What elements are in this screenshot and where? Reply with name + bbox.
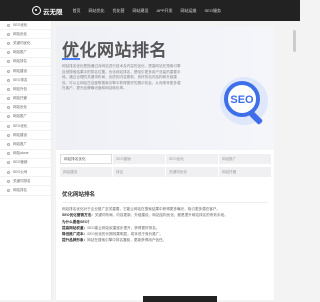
article-subheading: 为什么要做SEO？	[62, 219, 92, 224]
tag-chip[interactable]: 网站排名优化	[60, 154, 112, 164]
brand-name: 云无限	[43, 8, 63, 16]
hero-banner: 优化网站排名 网站排名优化是指通过对网站进行技术及内容的优化，提高网站在搜索引擎…	[56, 26, 274, 150]
sidebar-item[interactable]: 网站建设	[0, 67, 51, 77]
nav-item-home[interactable]: 首页	[73, 8, 81, 14]
bullet-icon	[7, 133, 10, 137]
article-text: 网站在搜索引擎中排名靠前，更能获得用户信任。	[87, 238, 167, 243]
article-body: 优化网站排名 网站排名优化对于企业推广至关重要，它能让网站在搜索结果中获得更多曝…	[62, 190, 268, 244]
sidebar-item[interactable]: 网站建设	[0, 131, 51, 141]
article-label: 提高网站权重：	[62, 225, 88, 230]
sidebar-item-label: 网站优化	[13, 105, 27, 110]
seo-badge-text: SEO	[230, 94, 254, 106]
brand-logo[interactable]: 云无限	[32, 6, 63, 16]
nav-item-site-ops[interactable]: 网站运维	[181, 8, 197, 14]
sidebar-item-label: 网站外包	[13, 86, 27, 91]
tag-chip[interactable]: SEO优化	[166, 154, 218, 164]
sidebar-item-label: 网站排名	[13, 59, 27, 64]
nav-item-site-building[interactable]: 网站建设	[133, 8, 149, 14]
sidebar-item-label: SEO公司	[13, 169, 28, 174]
bullet-icon	[7, 161, 10, 165]
nav-item-seo-service[interactable]: SEO服务	[205, 8, 221, 14]
tag-chip[interactable]: SEO营销	[113, 154, 165, 164]
bullet-icon	[7, 152, 10, 156]
tag-chip[interactable]: 关键词优化	[166, 167, 218, 177]
article-text: SEO优化的长期效果明显，成本低于竞价推广。	[87, 232, 164, 237]
sidebar: SEO优化 网站优化 关键词优化 网站推广 网站排名 网站建设 SEO排名 网站…	[0, 21, 52, 300]
article-text: 关键词布局、内容更新、外链建设、网站结构优化，都是提升网站排名的有效手段。	[94, 213, 228, 218]
sidebar-item[interactable]: 关键词优化	[0, 39, 51, 49]
hero-description: 网站排名优化是指通过对网站进行技术及内容的优化，提高网站在搜索引擎自然搜索结果中…	[62, 64, 181, 91]
sidebar-item[interactable]: 网站优化	[0, 30, 51, 40]
nav-menu: 首页 网站优化 优化营 网站建设 APP开发 网站运维 SEO服务	[73, 8, 221, 14]
bullet-icon	[7, 78, 10, 82]
tag-chip[interactable]: 网站建设	[60, 167, 112, 177]
bullet-icon	[7, 106, 10, 110]
sidebar-item-label: 关键词排名	[13, 178, 31, 183]
logo-icon	[32, 6, 41, 15]
nav-item-optimization-camp[interactable]: 优化营	[113, 8, 125, 14]
sidebar-item-label: 网站建设	[13, 132, 27, 137]
sidebar-item[interactable]: 网站alone	[0, 150, 51, 159]
footer-bar	[143, 296, 217, 302]
sidebar-item[interactable]: 网站推广	[0, 49, 51, 58]
bullet-icon	[7, 60, 10, 64]
tag-chip[interactable]: 排名	[113, 167, 165, 177]
bullet-icon	[7, 51, 10, 55]
bullet-icon	[7, 97, 10, 101]
sidebar-item-label: SEO营销	[13, 160, 28, 165]
sidebar-item[interactable]: 网站推广	[0, 140, 51, 150]
sidebar-item[interactable]: 网站排名	[0, 186, 51, 196]
bullet-icon	[7, 179, 10, 183]
sidebar-item-label: 网站排名	[13, 187, 27, 192]
sidebar-item[interactable]: SEO排名	[0, 76, 51, 86]
bullet-icon	[7, 23, 10, 27]
bullet-icon	[7, 115, 10, 119]
sidebar-item[interactable]: 网站外包	[0, 85, 51, 95]
article-label: 提升品牌形象：	[62, 238, 88, 243]
sidebar-item-label: 网站推广	[13, 50, 27, 55]
bullet-icon	[7, 32, 10, 36]
scrollbar-thumb[interactable]	[293, 30, 296, 52]
sidebar-item-label: 关键词优化	[13, 40, 31, 45]
sidebar-item-label: 网站推广	[13, 142, 27, 147]
nav-item-app-dev[interactable]: APP开发	[157, 8, 173, 14]
sidebar-item[interactable]: SEO优化	[0, 21, 51, 31]
sidebar-item-label: 网站建设	[13, 68, 27, 73]
article-text: SEO能让网站权重逐步提升，获得更好排名。	[87, 225, 160, 230]
sidebar-item-label: 网站优化	[13, 31, 27, 36]
article-label: 降低推广成本：	[62, 232, 88, 237]
sidebar-item[interactable]: 网站托管	[0, 95, 51, 104]
main-content: 优化网站排名 网站排名优化是指通过对网站进行技术及内容的优化，提高网站在搜索引擎…	[56, 26, 274, 300]
sidebar-item-label: 网站alone	[13, 151, 29, 156]
sidebar-item[interactable]: SEO公司	[0, 168, 51, 178]
tag-chip-list: 网站排名优化 SEO营销 SEO优化 网站推广 网站建设 排名 关键词优化 网站…	[60, 154, 272, 180]
sidebar-item[interactable]: SEO优化	[0, 122, 51, 132]
bullet-icon	[7, 170, 10, 174]
sidebar-item-label: 网站推广	[13, 114, 27, 119]
seo-magnifier-illustration: SEO	[220, 77, 268, 125]
sidebar-item[interactable]: 网站排名	[0, 58, 51, 67]
sidebar-item[interactable]: SEO营销	[0, 159, 51, 168]
title-underline	[62, 58, 80, 60]
article-heading: 优化网站排名	[62, 190, 268, 203]
bullet-icon	[7, 124, 10, 128]
bullet-icon	[7, 188, 10, 192]
sidebar-item[interactable]: 网站推广	[0, 113, 51, 123]
sidebar-item-label: SEO排名	[13, 77, 28, 82]
bullet-icon	[7, 41, 10, 45]
sidebar-item[interactable]: 关键词排名	[0, 177, 51, 187]
top-navbar: 云无限 首页 网站优化 优化营 网站建设 APP开发 网站运维 SEO服务	[0, 0, 300, 21]
sidebar-item[interactable]: 网站优化	[0, 104, 51, 113]
bullet-icon	[7, 87, 10, 91]
bullet-icon	[7, 69, 10, 73]
sidebar-item-label: SEO优化	[13, 123, 28, 128]
article-paragraph: 提升品牌形象：网站在搜索引擎中排名靠前，更能获得用户信任。	[62, 237, 268, 243]
bullet-icon	[7, 143, 10, 147]
sidebar-item-label: 网站托管	[13, 96, 27, 101]
article-label: SEO优化营销方法：	[62, 213, 95, 218]
tag-chip[interactable]: 网站托管	[219, 167, 271, 177]
sidebar-item-label: SEO优化	[13, 22, 28, 27]
nav-item-site-optimization[interactable]: 网站优化	[89, 8, 105, 14]
tag-chip[interactable]: 网站推广	[219, 154, 271, 164]
